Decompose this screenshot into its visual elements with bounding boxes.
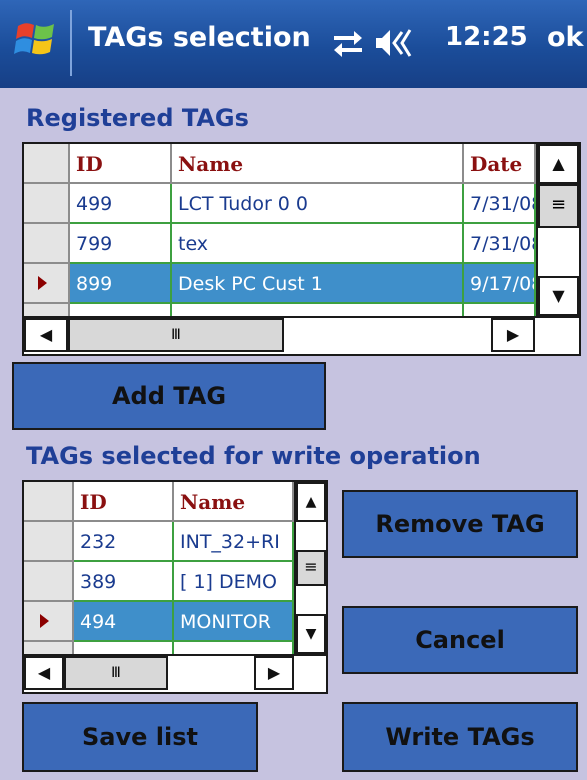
table-cell-id[interactable]: 799 (70, 224, 172, 264)
scroll-up-icon[interactable]: ▲ (538, 144, 579, 184)
scroll-thumb-grip-icon[interactable]: ≡ (296, 550, 326, 586)
row-header[interactable] (24, 184, 70, 224)
table-cell-date[interactable]: 9/17/08 1 (464, 264, 536, 304)
title-bar: TAGs selection 12:25 ok (0, 0, 587, 88)
column-header-id[interactable]: ID (70, 144, 172, 184)
scroll-right-icon[interactable]: ▶ (254, 656, 294, 690)
add-tag-button[interactable]: Add TAG (12, 362, 326, 430)
row-header[interactable] (24, 562, 74, 602)
scroll-right-icon[interactable]: ▶ (491, 318, 535, 352)
table-cell-name[interactable]: LCT Tudor 0 0 (172, 184, 464, 224)
connectivity-icon[interactable] (334, 31, 362, 57)
scroll-down-icon[interactable]: ▼ (296, 614, 326, 654)
ok-button[interactable]: ok (547, 22, 584, 53)
table-cell-name[interactable]: MONITOR (174, 602, 294, 642)
table-cell-id[interactable]: 389 (74, 562, 174, 602)
column-header-id[interactable]: ID (74, 482, 174, 522)
column-header-name[interactable]: Name (174, 482, 294, 522)
horizontal-scrollbar[interactable]: ◀ Ⅲ ▶ (24, 654, 326, 692)
save-list-button[interactable]: Save list (22, 702, 258, 772)
vertical-scrollbar[interactable]: ▲ ≡ ▼ (294, 482, 326, 654)
table-cell-id[interactable]: 494 (74, 602, 174, 642)
scroll-thumb-grip-icon[interactable]: ≡ (538, 184, 579, 228)
registered-tags-grid[interactable]: ID Name Date 499 LCT Tudor 0 0 7/31/08 1… (22, 142, 581, 356)
current-row-arrow-icon (40, 614, 49, 628)
table-cell-id[interactable]: 499 (70, 184, 172, 224)
table-cell-name[interactable]: INT_32+RI (174, 522, 294, 562)
table-cell-date[interactable]: 7/31/08 1 (464, 184, 536, 224)
corner-header (24, 482, 74, 522)
scroll-left-icon[interactable]: ◀ (24, 656, 64, 690)
write-tags-button[interactable]: Write TAGs (342, 702, 578, 772)
table-cell-id[interactable]: 232 (74, 522, 174, 562)
system-tray (332, 20, 432, 68)
scroll-up-icon[interactable]: ▲ (296, 482, 326, 522)
cancel-button[interactable]: Cancel (342, 606, 578, 674)
horizontal-scrollbar[interactable]: ◀ Ⅲ ▶ (24, 316, 579, 354)
clock: 12:25 (445, 22, 528, 52)
table-cell-name[interactable]: tex (172, 224, 464, 264)
row-header[interactable] (24, 224, 70, 264)
scroll-down-icon[interactable]: ▼ (538, 276, 579, 316)
title-separator (70, 10, 72, 76)
scroll-left-icon[interactable]: ◀ (24, 318, 68, 352)
current-row-arrow-icon (38, 276, 47, 290)
table-cell-id[interactable]: 899 (70, 264, 172, 304)
corner-header (24, 144, 70, 184)
selected-tags-grid[interactable]: ID Name 232 INT_32+RI 389 [ 1] DEMO 494 … (22, 480, 328, 694)
table-cell-name[interactable]: [ 1] DEMO (174, 562, 294, 602)
row-header-current[interactable] (24, 264, 70, 304)
scroll-thumb-grip-icon[interactable]: Ⅲ (64, 656, 168, 690)
table-cell-date[interactable]: 7/31/08 · (464, 224, 536, 264)
table-cell-name[interactable]: Desk PC Cust 1 (172, 264, 464, 304)
selected-tags-label: TAGs selected for write operation (26, 442, 481, 470)
windows-start-icon[interactable] (14, 18, 58, 62)
volume-icon[interactable] (376, 29, 412, 57)
column-header-date[interactable]: Date (464, 144, 536, 184)
vertical-scrollbar[interactable]: ▲ ≡ ▼ (536, 144, 579, 316)
scroll-thumb-grip-icon[interactable]: Ⅲ (68, 318, 284, 352)
remove-tag-button[interactable]: Remove TAG (342, 490, 578, 558)
row-header[interactable] (24, 522, 74, 562)
column-header-name[interactable]: Name (172, 144, 464, 184)
row-header-current[interactable] (24, 602, 74, 642)
window-title: TAGs selection (88, 22, 311, 53)
registered-tags-label: Registered TAGs (26, 104, 249, 132)
